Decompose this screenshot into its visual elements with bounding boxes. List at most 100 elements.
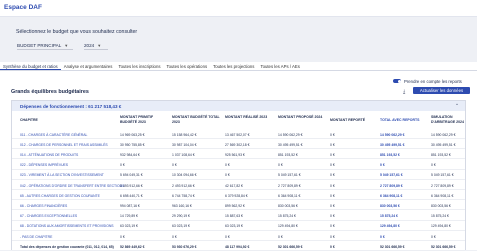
table-cell: 0 € [225,173,230,178]
table-cell: 994 087,16 € [120,203,140,208]
app-title: Espace DAF [4,4,42,11]
budget-dropdown[interactable]: BUDGET PRINCIPAL ▼ [17,42,73,50]
chapter-link[interactable]: 011 - CHARGES À CARACTÈRE GÉNÉRAL [20,133,87,137]
table-row: 042 - OPÉRATIONS D'ORDRE DE TRANSFERT EN… [12,181,465,190]
table-cell: 0 € [431,163,436,168]
table-cell: 2 727 809,89 € [380,183,403,188]
table-cell: 129 494,80 € [278,224,298,229]
table-cell: 129 494,80 € [380,224,400,229]
table-cell: 2 727 809,89 € [431,183,454,188]
table-cell: 52 301 666,59 € [431,244,456,249]
table-row: 68 - DOTATIONS AUX AMORTISSEMENTS ET PRO… [12,222,465,231]
chapter-link[interactable]: 66 - CHARGES FINANCIÈRES [20,204,67,208]
table-cell: 27 569 302,18 € [225,142,250,147]
table-cell: 63 023,19 € [225,224,243,229]
card-title: Dépenses de fonctionnement : 61 217 518,… [20,104,122,109]
table-cell: 925 561,93 € [225,152,245,157]
chapter-link: Total des dépenses de gestion courante (… [20,244,114,249]
table-cell: 0 € [225,234,230,239]
table-cell: 30 495 499,51 € [431,142,456,147]
table-cell: 830 003,56 € [431,203,451,208]
chapter-link[interactable]: - PAS DE CHAPITRE [20,235,52,239]
chapter-link[interactable]: 65 - AUTRES CHARGES DE GESTION COURANTE [20,194,100,198]
table-row: - PAS DE CHAPITRE 0 € 0 € 0 € 0 € 0 € 0 € 0 € [12,232,465,241]
download-icon[interactable]: ⤓ [403,89,405,95]
table-cell: 15 875,24 € [278,214,296,219]
table-cell: 0 € [380,234,385,239]
tab-analyse[interactable]: Analyse et argumentaires [61,62,116,70]
table-cell: 14 729,89 € [120,214,138,219]
chevron-down-icon: ▼ [64,42,69,48]
table-cell: 0 € [330,224,335,229]
table-cell: 29 290,19 € [172,214,190,219]
table-cell: 30 987 104,04 € [172,142,197,147]
column-header: TOTAL AVEC REPORTS [380,118,420,122]
chapter-link[interactable]: 042 - OPÉRATIONS D'ORDRE DE TRANSFERT EN… [20,184,124,188]
table-cell: 6 364 908,11 € [278,193,301,198]
table-cell: 15 875,24 € [380,214,398,219]
table-cell: 0 € [330,203,335,208]
table-cell: 5 049 157,61 € [431,173,454,178]
table-cell: 0 € [330,234,335,239]
table-cell: 15 875,24 € [431,214,449,219]
table-cell: 0 € [330,132,335,137]
table-cell: 6 744 758,74 € [172,193,195,198]
table-cell: 6 379 928,84 € [225,193,248,198]
top-bar: Espace DAF [0,0,477,17]
column-header: MONTANT BUDGÉTÉ TOTAL 2023 [172,115,220,124]
column-header: MONTANT RÉALISÉ 2023 [225,115,268,119]
table-cell: 899 562,92 € [225,203,245,208]
table-cell: 30 495 499,51 € [278,142,303,147]
chapter-link[interactable]: 012 - CHARGES DE PERSONNEL ET FRAIS ASSI… [20,143,108,147]
table-cell: 53 930 676,29 € [172,244,197,249]
card-header[interactable]: Dépenses de fonctionnement : 61 217 518,… [12,101,465,111]
section-title: Grands équilibres budgétaires [11,89,89,95]
table-cell: 0 € [225,163,230,168]
table-cell: 15 887,63 € [225,214,243,219]
tab-operations[interactable]: Toutes les opérations [164,62,211,70]
table-cell: 42 617,82 € [225,183,243,188]
table-cell: 0 € [120,234,125,239]
table-cell: 0 € [172,163,177,168]
chevron-up-icon[interactable]: ⌃ [455,103,459,109]
budget-dropdown-value: BUDGET PRINCIPAL [17,42,62,48]
table-cell: 0 € [120,163,125,168]
table-cell: 0 € [431,234,436,239]
table-cell: 10 304 094,66 € [172,173,197,178]
reports-toggle[interactable] [393,79,401,83]
table-cell: 52 301 666,59 € [278,244,303,249]
table-cell: 30 950 755,85 € [120,142,145,147]
tab-aps-aes[interactable]: Toutes les APs / AEs [257,62,302,70]
budget-selector-title: Sélectionnez le budget que vous souhaite… [16,29,138,35]
table-cell: 63 023,19 € [120,224,138,229]
table-cell: 851 193,52 € [431,152,451,157]
tab-synthese[interactable]: Synthèse du budget et ratios [0,62,61,70]
table-cell: 0 € [278,163,283,168]
table-cell: 0 € [330,142,335,147]
table-cell: 0 € [330,163,335,168]
table-cell: 963 160,16 € [172,203,192,208]
tab-inscriptions[interactable]: Toutes les inscriptions [115,62,163,70]
tab-projections[interactable]: Toutes les projections [210,62,257,70]
chapter-link[interactable]: 014 - ATTÉNUATIONS DE PRODUITS [20,153,78,157]
column-header: MONTANT PROPOSÉ 2024 [278,115,323,119]
table-cell: 1 037 108,64 € [172,152,195,157]
chapter-link[interactable]: 67 - CHARGES EXCEPTIONNELLES [20,214,77,218]
chapter-link[interactable]: 023 - VIREMENT À LA SECTION D'INVESTISSE… [20,173,104,177]
chapter-link[interactable]: 022 - DÉPENSES IMPRÉVUES [20,163,68,167]
table-cell: 48 117 994,92 € [225,244,250,249]
table-cell: 830 003,56 € [278,203,298,208]
table-row: 014 - ATTÉNUATIONS DE PRODUITS 932 984,64… [12,150,465,160]
table-row: 022 - DÉPENSES IMPRÉVUES 0 € 0 € 0 € 0 € 0 € 0… [12,161,465,170]
table-row: 012 - CHARGES DE PERSONNEL ET FRAIS ASSI… [12,140,465,150]
table-cell: 851 193,52 € [278,152,298,157]
table-cell: 14 590 062,29 € [278,132,303,137]
refresh-data-button[interactable]: Actualiser les données [413,87,470,94]
table-cell: 13 467 502,07 € [225,132,250,137]
table-row: 023 - VIREMENT À LA SECTION D'INVESTISSE… [12,171,465,180]
table-cell: 0 € [330,214,335,219]
year-dropdown[interactable]: 2024 ▼ [84,42,108,50]
chapter-link[interactable]: 68 - DOTATIONS AUX AMORTISSEMENTS ET PRO… [20,224,114,228]
table-cell: 14 590 062,29 € [431,132,456,137]
table-cell: 129 494,80 € [431,224,451,229]
